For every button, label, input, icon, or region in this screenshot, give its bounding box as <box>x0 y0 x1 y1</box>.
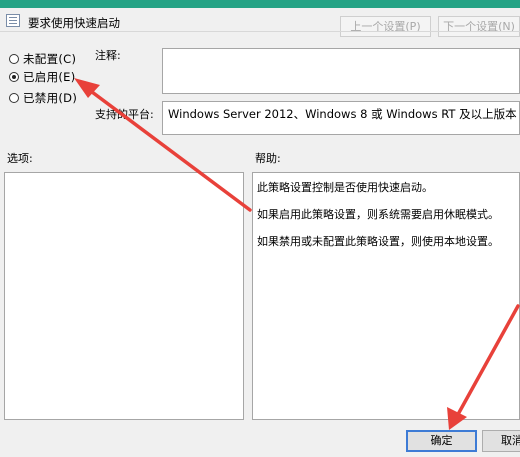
supported-platforms-value: Windows Server 2012、Windows 8 或 Windows … <box>168 107 517 121</box>
options-label: 选项: <box>7 152 33 165</box>
help-line: 如果禁用或未配置此策略设置，则使用本地设置。 <box>257 235 499 248</box>
next-setting-button[interactable]: 下一个设置(N) <box>438 16 520 37</box>
policy-setting-icon <box>6 14 20 27</box>
help-line: 此策略设置控制是否使用快速启动。 <box>257 181 433 194</box>
arrow-head-enabled <box>74 78 100 98</box>
title-bar <box>0 0 520 8</box>
comment-field[interactable] <box>162 48 520 94</box>
comment-label: 注释: <box>95 49 121 62</box>
help-panel: 此策略设置控制是否使用快速启动。 如果启用此策略设置，则系统需要启用休眠模式。 … <box>252 172 520 420</box>
previous-setting-button[interactable]: 上一个设置(P) <box>340 16 431 37</box>
radio-not-configured[interactable]: 未配置(C) <box>9 50 76 68</box>
radio-enabled[interactable]: 已启用(E) <box>9 68 76 86</box>
radio-disabled[interactable]: 已禁用(D) <box>9 89 77 107</box>
ok-button[interactable]: 确定 <box>406 430 477 452</box>
radio-circle[interactable] <box>9 54 19 64</box>
radio-label: 已禁用(D) <box>23 91 78 105</box>
help-line: 如果启用此策略设置，则系统需要启用休眠模式。 <box>257 208 499 221</box>
options-panel <box>4 172 244 420</box>
radio-label: 未配置(C) <box>23 52 77 66</box>
header-divider <box>0 31 520 32</box>
cancel-button[interactable]: 取消 <box>482 430 520 452</box>
policy-title: 要求使用快速启动 <box>28 16 120 30</box>
help-label: 帮助: <box>255 152 281 165</box>
radio-circle[interactable] <box>9 93 19 103</box>
supported-platforms-box: Windows Server 2012、Windows 8 或 Windows … <box>162 101 520 135</box>
radio-circle[interactable] <box>9 72 19 82</box>
radio-label: 已启用(E) <box>23 70 76 84</box>
supported-platforms-label: 支持的平台: <box>95 108 154 121</box>
